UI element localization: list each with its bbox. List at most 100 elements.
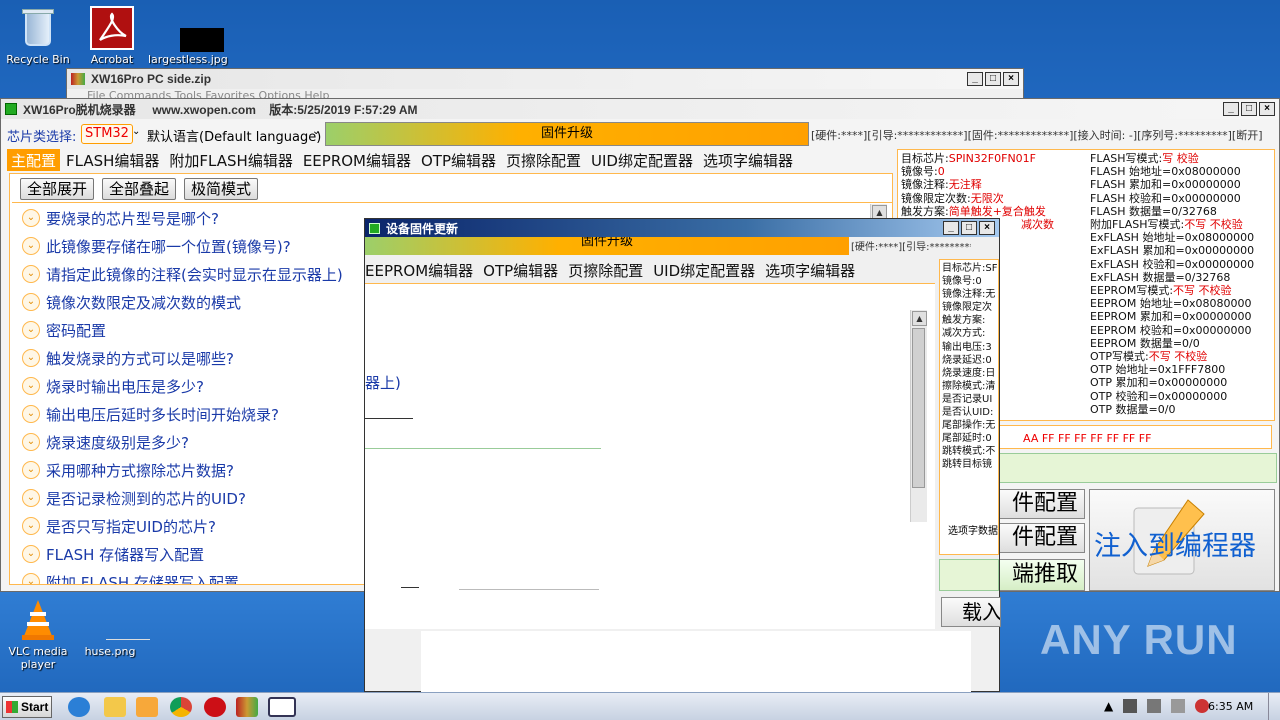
show-desktop-button[interactable] bbox=[1268, 693, 1280, 720]
desktop-icon-vlc[interactable]: VLC media player bbox=[0, 598, 76, 671]
opera-icon[interactable] bbox=[204, 697, 226, 717]
chevron-down-icon[interactable]: ⌄ bbox=[22, 321, 40, 339]
list-item[interactable]: ⌄ 此镜像要存储在哪一个位置(镜像号)? bbox=[22, 232, 343, 260]
collapse-all-button[interactable]: 全部叠起 bbox=[102, 178, 177, 200]
chevron-down-icon[interactable]: ⌄ bbox=[22, 489, 40, 507]
zip-window[interactable]: XW16Pro PC side.zip _ □ × File Commands … bbox=[66, 68, 1024, 102]
chip-type-select[interactable]: STM32 bbox=[81, 124, 133, 144]
list-item[interactable]: ⌄ 附加 FLASH 存储器写入配置 bbox=[22, 568, 343, 584]
list-item[interactable]: ⌄ 采用哪种方式擦除芯片数据? bbox=[22, 456, 343, 484]
chevron-down-icon[interactable]: ⌄ bbox=[22, 349, 40, 367]
chevron-down-icon[interactable]: ⌄ bbox=[22, 293, 40, 311]
config-button-a[interactable]: 件配置 bbox=[999, 489, 1085, 519]
chevron-down-icon[interactable]: ⌄ bbox=[22, 433, 40, 451]
chevron-down-icon[interactable]: ⌄ bbox=[22, 545, 40, 563]
inject-to-programmer-button[interactable]: 注入到编程器 bbox=[1089, 489, 1275, 591]
minimize-button[interactable]: _ bbox=[967, 72, 983, 86]
chrome-icon[interactable] bbox=[170, 697, 192, 717]
chevron-down-icon[interactable]: ⌄ bbox=[22, 209, 40, 227]
list-item[interactable]: ⌄ 密码配置 bbox=[22, 316, 343, 344]
close-button[interactable]: × bbox=[1259, 102, 1275, 116]
list-item[interactable]: ⌄ 要烧录的芯片型号是哪个? bbox=[22, 204, 343, 232]
tab-page-erase[interactable]: 页擦除配置 bbox=[564, 259, 647, 281]
info-line: 镜像号:0 bbox=[901, 165, 945, 179]
dialog-load-button[interactable]: 载入 bbox=[941, 597, 1001, 627]
scroll-up-icon[interactable]: ▲ bbox=[912, 311, 927, 326]
list-item[interactable]: ⌄ 镜像次数限定及减次数的模式 bbox=[22, 288, 343, 316]
image-file-icon bbox=[164, 6, 224, 52]
volume-icon[interactable] bbox=[1171, 699, 1186, 713]
tab-page-erase[interactable]: 页擦除配置 bbox=[502, 149, 585, 171]
flag-icon[interactable] bbox=[1123, 699, 1138, 713]
chevron-up-icon[interactable]: ▲ bbox=[1104, 699, 1113, 713]
chevron-down-icon[interactable]: ⌄ bbox=[132, 126, 140, 137]
desktop-icon-recycle-bin[interactable]: Recycle Bin bbox=[0, 6, 76, 66]
tab-uid-binding[interactable]: UID绑定配置器 bbox=[649, 259, 759, 281]
config-button-b[interactable]: 件配置 bbox=[999, 523, 1085, 553]
ie-icon[interactable] bbox=[68, 697, 90, 717]
chevron-down-icon[interactable]: ⌄ bbox=[312, 126, 320, 137]
app-icon bbox=[5, 103, 17, 115]
maximize-button[interactable]: □ bbox=[1241, 102, 1257, 116]
chevron-down-icon[interactable]: ⌄ bbox=[22, 573, 40, 584]
tab-otp-editor[interactable]: OTP编辑器 bbox=[479, 259, 562, 281]
maximize-button[interactable]: □ bbox=[961, 221, 977, 235]
chevron-down-icon[interactable]: ⌄ bbox=[22, 377, 40, 395]
extract-button[interactable]: 端推取 bbox=[999, 559, 1085, 591]
list-item[interactable]: ⌄ 烧录时输出电压是多少? bbox=[22, 372, 343, 400]
chevron-down-icon[interactable]: ⌄ bbox=[22, 265, 40, 283]
dialog-titlebar[interactable]: 设备固件更新 _ □ × bbox=[365, 219, 999, 237]
chevron-down-icon[interactable]: ⌄ bbox=[22, 237, 40, 255]
tab-flash-editor[interactable]: FLASH编辑器 bbox=[62, 149, 163, 171]
status-green-bar bbox=[999, 453, 1277, 483]
dialog-scrollbar[interactable]: ▲ bbox=[910, 310, 927, 522]
chevron-down-icon[interactable]: ⌄ bbox=[22, 517, 40, 535]
winrar-icon[interactable] bbox=[236, 697, 258, 717]
list-item[interactable]: ⌄ 请指定此镜像的注释(会实时显示在显示器上) bbox=[22, 260, 343, 288]
minimize-button[interactable]: _ bbox=[943, 221, 959, 235]
tab-main-config[interactable]: 主配置 bbox=[7, 149, 61, 171]
list-item[interactable]: ⌄ 输出电压后延时多长时间开始烧录? bbox=[22, 400, 343, 428]
list-item[interactable]: ⌄ 触发烧录的方式可以是哪些? bbox=[22, 344, 343, 372]
xw16pro-task-icon[interactable] bbox=[268, 697, 296, 717]
list-item[interactable]: ⌄ 烧录速度级别是多少? bbox=[22, 428, 343, 456]
main-window-titlebar[interactable]: XW16Pro脱机烧录器 www.xwopen.com 版本:5/25/2019… bbox=[1, 99, 1279, 119]
desktop-icon-label: largestless.jpg bbox=[148, 53, 228, 66]
close-button[interactable]: × bbox=[979, 221, 995, 235]
zip-window-titlebar[interactable]: XW16Pro PC side.zip _ □ × bbox=[67, 69, 1023, 89]
tab-eeprom-editor[interactable]: EEPROM编辑器 bbox=[365, 259, 477, 281]
list-item[interactable]: ⌄ FLASH 存储器写入配置 bbox=[22, 540, 343, 568]
language-select[interactable]: 默认语言(Default language) bbox=[147, 126, 321, 145]
firmware-update-dialog[interactable]: 设备固件更新 _ □ × 固件升级 [硬件:****][引导:*********… bbox=[364, 218, 1001, 693]
tab-option-bytes[interactable]: 选项字编辑器 bbox=[699, 149, 797, 171]
desktop-icon-png[interactable]: huse.png bbox=[72, 598, 150, 658]
tab-option-bytes[interactable]: 选项字编辑器 bbox=[761, 259, 859, 281]
chevron-down-icon[interactable]: ⌄ bbox=[22, 405, 40, 423]
minimal-mode-button[interactable]: 极简模式 bbox=[184, 178, 259, 200]
start-button[interactable]: Start bbox=[2, 696, 52, 718]
list-item[interactable]: ⌄ 是否只写指定UID的芯片? bbox=[22, 512, 343, 540]
windows-logo-icon bbox=[6, 701, 18, 713]
maximize-button[interactable]: □ bbox=[985, 72, 1001, 86]
anyrun-watermark: ANY RUN bbox=[1040, 616, 1238, 663]
tab-ex-flash-editor[interactable]: 附加FLASH编辑器 bbox=[165, 149, 296, 171]
media-player-icon[interactable] bbox=[136, 697, 158, 717]
minimize-button[interactable]: _ bbox=[1223, 102, 1239, 116]
dialog-firmware-button[interactable]: 固件升级 bbox=[365, 237, 849, 255]
scroll-thumb[interactable] bbox=[912, 328, 925, 488]
list-item[interactable]: ⌄ 是否记录检测到的芯片的UID? bbox=[22, 484, 343, 512]
chevron-down-icon[interactable]: ⌄ bbox=[22, 461, 40, 479]
expand-all-button[interactable]: 全部展开 bbox=[20, 178, 95, 200]
network-icon[interactable] bbox=[1147, 699, 1162, 713]
firmware-upgrade-button[interactable]: 固件升级 bbox=[325, 122, 809, 146]
desktop-icon-jpg[interactable]: largestless.jpg bbox=[148, 6, 228, 66]
folder-icon[interactable] bbox=[104, 697, 126, 717]
close-button[interactable]: × bbox=[1003, 72, 1019, 86]
tab-uid-binding[interactable]: UID绑定配置器 bbox=[587, 149, 697, 171]
tab-eeprom-editor[interactable]: EEPROM编辑器 bbox=[299, 149, 415, 171]
question-list: ⌄ 要烧录的芯片型号是哪个? ⌄ 此镜像要存储在哪一个位置(镜像号)? ⌄ 请指定此镜… bbox=[22, 204, 343, 584]
desktop-icon-acrobat[interactable]: Acrobat bbox=[74, 6, 150, 66]
archive-icon bbox=[71, 73, 85, 85]
desktop-icon-label: Recycle Bin bbox=[6, 53, 70, 66]
tab-otp-editor[interactable]: OTP编辑器 bbox=[417, 149, 500, 171]
